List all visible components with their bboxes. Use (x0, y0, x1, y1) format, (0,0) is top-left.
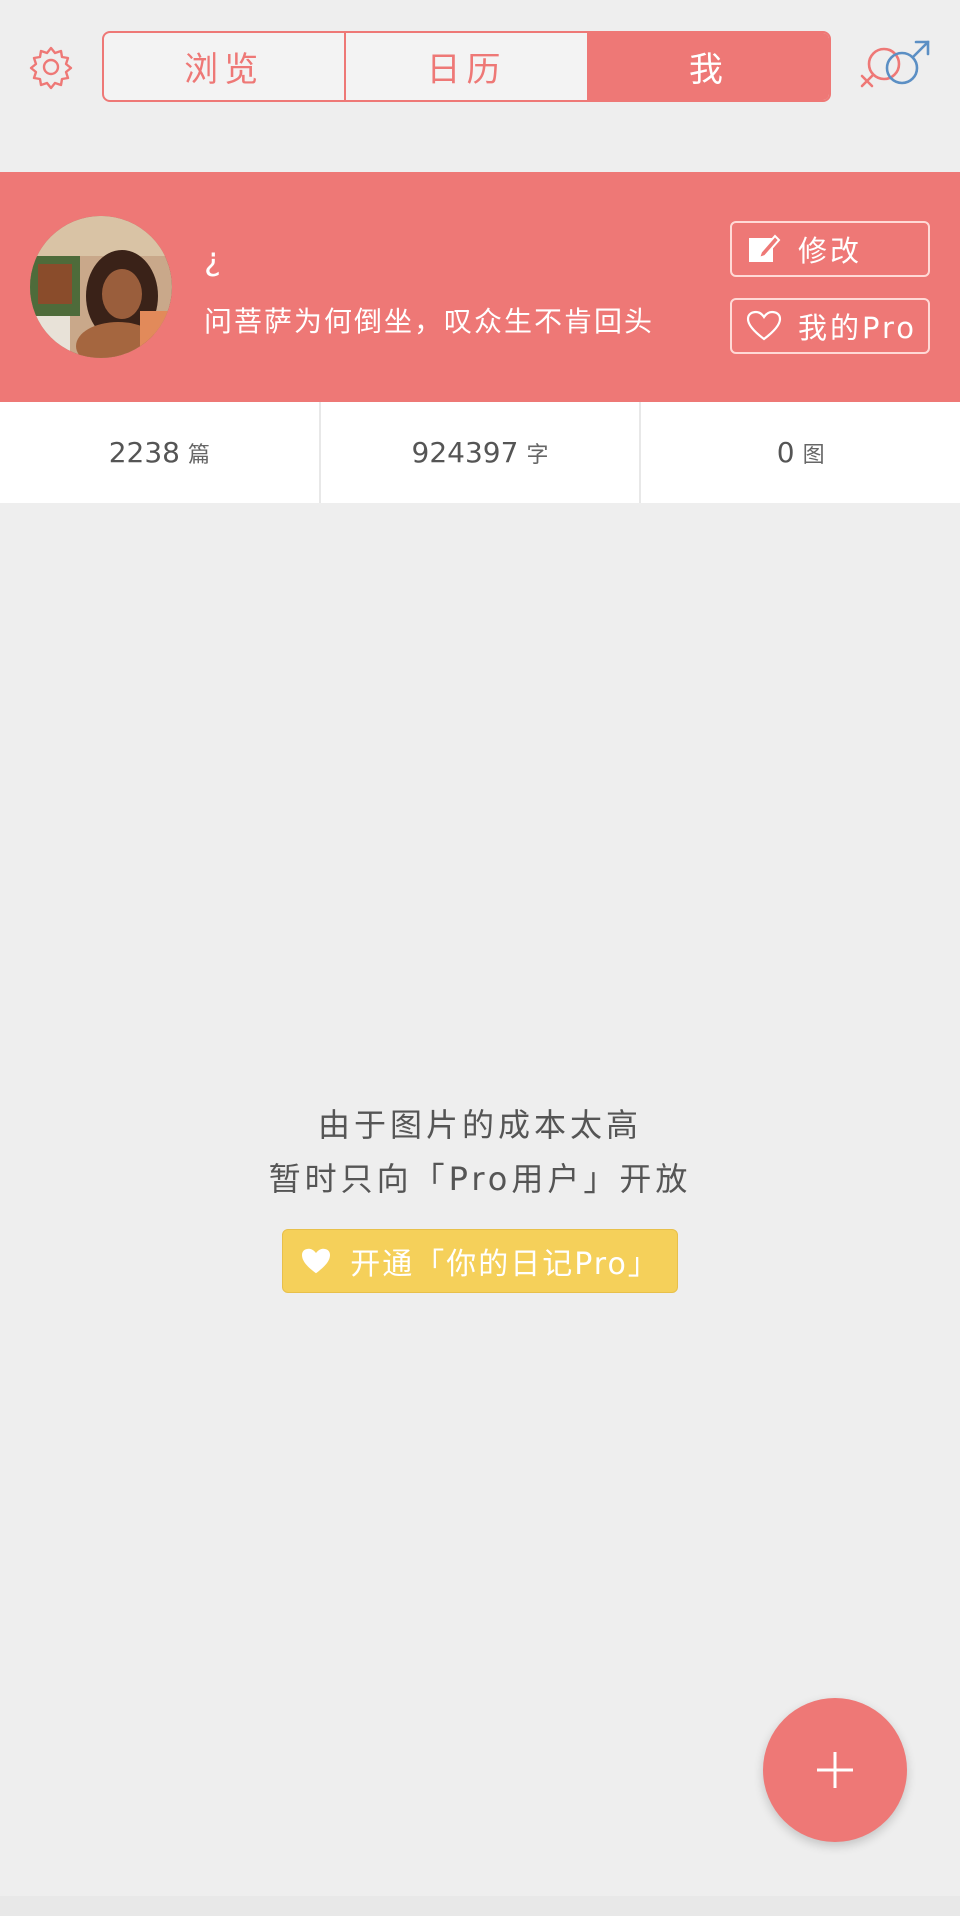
stat-entries[interactable]: 2238 篇 (0, 402, 319, 503)
plus-icon (817, 1752, 853, 1788)
tab-calendar[interactable]: 日历 (344, 33, 586, 100)
tab-browse[interactable]: 浏览 (104, 33, 344, 100)
tab-me[interactable]: 我 (586, 33, 829, 100)
avatar[interactable] (30, 216, 172, 358)
heart-outline-icon (746, 308, 782, 344)
stat-images[interactable]: 0 图 (639, 402, 960, 503)
unlock-pro-button[interactable]: 开通「你的日记Pro」 (282, 1229, 678, 1293)
edit-label: 修改 (798, 234, 863, 268)
stat-words-value: 924397 (411, 436, 519, 469)
avatar-image (30, 216, 172, 358)
stat-entries-unit: 篇 (187, 442, 210, 468)
tab-calendar-label: 日历 (426, 50, 507, 90)
my-pro-label: 我的Pro (798, 311, 918, 345)
tab-browse-label: 浏览 (184, 50, 265, 90)
notice-line-2: 暂时只向「Pro用户」开放 (268, 1160, 692, 1198)
stat-words-unit: 字 (526, 442, 549, 468)
unlock-pro-label: 开通「你的日记Pro」 (350, 1247, 660, 1282)
gender-button[interactable] (858, 38, 934, 98)
heart-icon (300, 1247, 332, 1275)
edit-icon (746, 231, 782, 267)
tab-me-label: 我 (688, 50, 729, 90)
my-pro-button[interactable]: 我的Pro (730, 298, 930, 354)
settings-button[interactable] (24, 40, 78, 94)
stat-entries-value: 2238 (108, 436, 180, 469)
notice-line-1: 由于图片的成本太高 (317, 1106, 642, 1144)
gender-symbol-icon (860, 40, 930, 88)
gear-icon (29, 46, 73, 90)
pro-only-notice: 由于图片的成本太高 暂时只向「Pro用户」开放 (0, 1098, 960, 1206)
signature: 问菩萨为何倒坐，叹众生不肯回头 (204, 305, 655, 338)
profile-banner: ¿ 问菩萨为何倒坐，叹众生不肯回头 修改 我的Pro (0, 172, 960, 402)
new-entry-button[interactable] (763, 1698, 907, 1842)
stat-images-unit: 图 (802, 442, 825, 468)
stat-words[interactable]: 924397 字 (318, 402, 640, 503)
stat-images-value: 0 (776, 436, 795, 469)
view-tabs: 浏览 日历 我 (102, 31, 831, 102)
stats-bar: 2238 篇 924397 字 0 图 (0, 402, 960, 503)
nickname: ¿ (204, 240, 221, 278)
bottom-edge (0, 1896, 960, 1916)
edit-profile-button[interactable]: 修改 (730, 221, 930, 277)
top-bar: 浏览 日历 我 (0, 0, 960, 172)
